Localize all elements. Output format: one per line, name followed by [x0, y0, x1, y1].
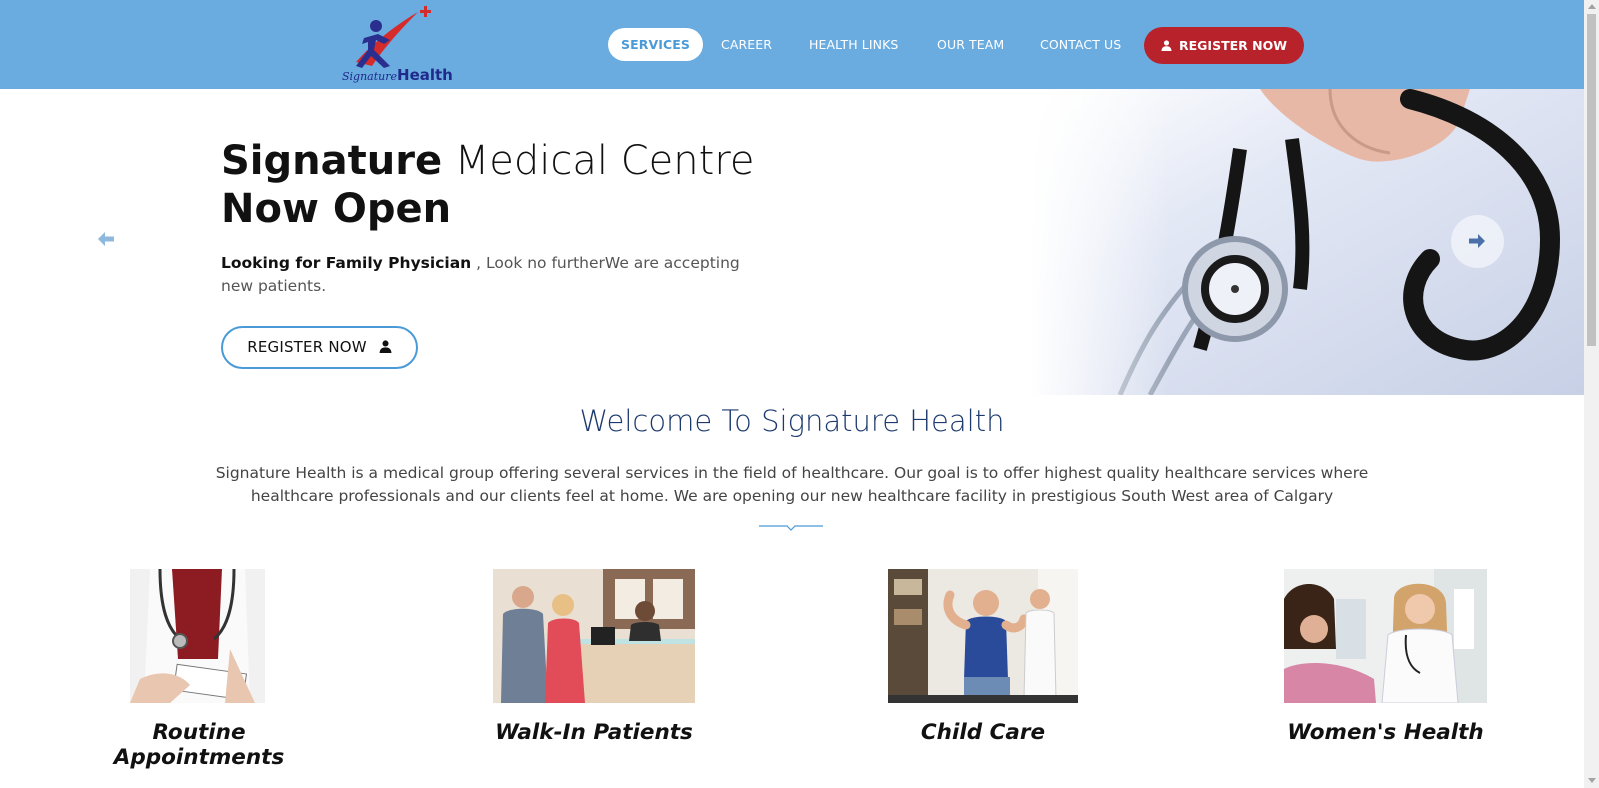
routine-appointments-image[interactable] [130, 569, 265, 703]
scrollbar-thumb[interactable] [1587, 14, 1596, 346]
nav-our-team[interactable]: OUR TEAM [937, 28, 1004, 61]
hero-register-button[interactable]: REGISTER NOW [221, 326, 418, 369]
scroll-up-arrow-icon[interactable] [1588, 4, 1596, 9]
logo-wordmark: SignatureHealth [342, 66, 453, 84]
section-divider [759, 525, 823, 531]
hero-title: Signature Medical Centre Now Open [221, 138, 755, 232]
welcome-title: Welcome To Signature Health [579, 404, 1005, 438]
nav-services[interactable]: SERVICES [608, 28, 704, 61]
nav-health-links[interactable]: HEALTH LINKS [809, 28, 898, 61]
slider-prev-arrow-icon[interactable] [96, 229, 116, 249]
womens-health-label[interactable]: Women's Health [1284, 720, 1487, 745]
welcome-text: Signature Health is a medical group offe… [215, 464, 1369, 505]
nav-career[interactable]: CAREER [721, 28, 772, 61]
walk-in-patients-image[interactable] [493, 569, 695, 703]
user-icon [1161, 40, 1172, 51]
user-icon [379, 340, 392, 353]
scroll-down-arrow-icon[interactable] [1588, 778, 1596, 783]
child-care-label[interactable]: Child Care [888, 720, 1078, 745]
hero-slider: Signature Medical Centre Now Open Looking… [0, 89, 1584, 395]
hero-subtitle: Looking for Family Physician , Look no f… [221, 254, 740, 295]
nav-contact-us[interactable]: CONTACT US [1040, 28, 1121, 61]
walk-in-patients-label[interactable]: Walk-In Patients [493, 720, 695, 745]
header-register-button[interactable]: REGISTER NOW [1144, 27, 1304, 64]
site-header: SignatureHealth SERVICES CAREER HEALTH L… [0, 0, 1584, 89]
routine-appointments-label[interactable]: Routine Appointments [79, 720, 319, 770]
child-care-image[interactable] [888, 569, 1078, 703]
womens-health-image[interactable] [1284, 569, 1487, 703]
slider-next-arrow-icon [1469, 234, 1485, 248]
slider-next-button[interactable] [1451, 215, 1504, 268]
